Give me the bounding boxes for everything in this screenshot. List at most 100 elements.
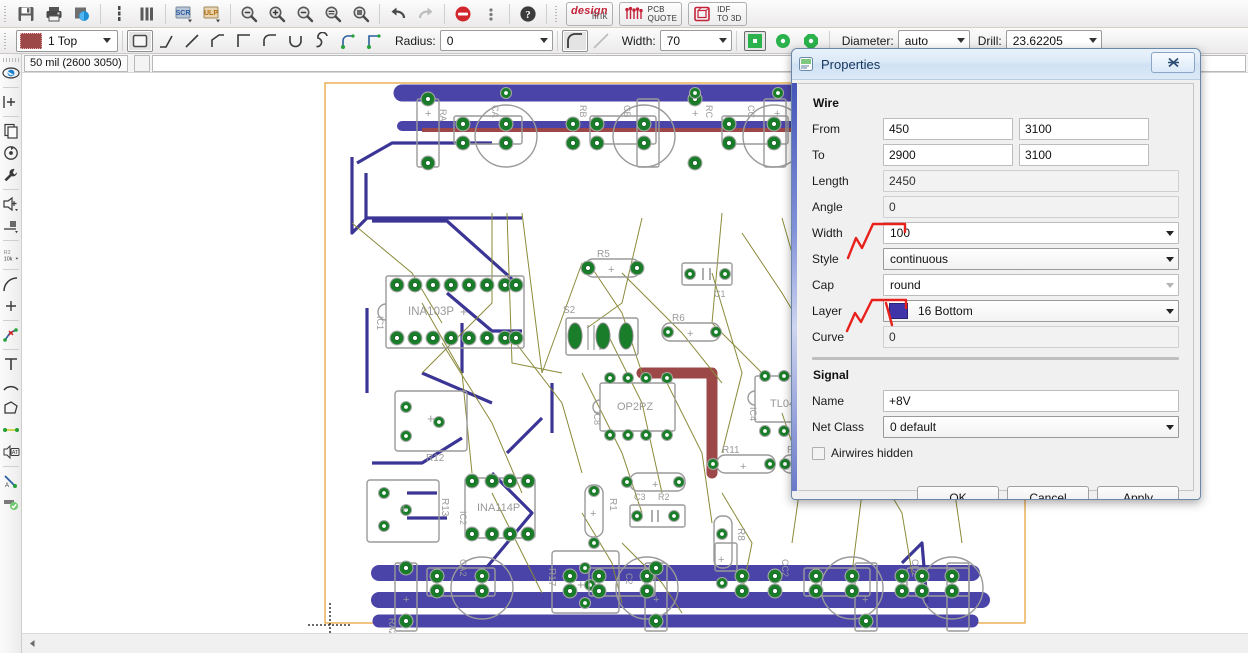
tools-palette: R2 10k AT A xyxy=(0,54,22,653)
dialog-title-bar[interactable]: Properties xyxy=(792,49,1200,80)
net-class-combo[interactable]: 0 default xyxy=(883,416,1179,438)
close-icon[interactable] xyxy=(1151,52,1195,73)
airwires-hidden-checkbox[interactable] xyxy=(812,446,825,460)
width-combo[interactable]: 100 xyxy=(883,222,1179,244)
text-icon[interactable] xyxy=(1,353,21,375)
pcb-quote-label-1: PCB xyxy=(647,4,665,14)
undo-icon[interactable] xyxy=(385,2,411,26)
via-icon[interactable] xyxy=(1,295,21,317)
svg-text:CA: CA xyxy=(490,105,500,118)
svg-text:OP2PZ: OP2PZ xyxy=(617,401,653,413)
from-label: From xyxy=(812,122,840,136)
zoom-out-icon[interactable] xyxy=(292,2,318,26)
copy-icon[interactable] xyxy=(1,120,21,142)
arc-icon[interactable] xyxy=(1,273,21,295)
bend-style-diag-corner[interactable] xyxy=(205,30,231,52)
pcb-quote-button[interactable]: PCB QUOTE xyxy=(618,1,683,26)
svg-text:C3: C3 xyxy=(634,492,646,502)
rotate-icon[interactable] xyxy=(1,142,21,164)
scroll-left-icon[interactable] xyxy=(24,635,40,652)
board-ic-label: INA103P xyxy=(408,306,454,318)
bend-style-u-arc[interactable] xyxy=(283,30,309,52)
svg-text:R1: R1 xyxy=(607,498,618,511)
zoom-fit-icon[interactable] xyxy=(236,2,262,26)
to-x-input[interactable]: 2900 xyxy=(883,144,1013,166)
bend-style-rect[interactable] xyxy=(127,29,153,52)
drc-check-icon[interactable] xyxy=(1,492,21,514)
route-icon[interactable] xyxy=(1,324,21,346)
layer-combo[interactable]: 16 Bottom xyxy=(883,300,1179,322)
ripup-icon[interactable]: A xyxy=(1,470,21,492)
partner-toolbar-grip[interactable] xyxy=(553,3,561,24)
signal-name-input[interactable]: +8V xyxy=(883,390,1179,412)
via-square-icon[interactable] xyxy=(743,30,766,51)
svg-text:S2: S2 xyxy=(563,305,576,316)
change-icon[interactable] xyxy=(1,164,21,186)
svg-text:CA2: CA2 xyxy=(458,559,468,577)
from-y-input[interactable]: 3100 xyxy=(1019,118,1149,140)
style-combo[interactable]: continuous xyxy=(883,248,1179,270)
zoom-redraw-icon[interactable] xyxy=(320,2,346,26)
cancel-button[interactable]: Cancel xyxy=(1007,486,1089,499)
stop-icon[interactable] xyxy=(450,2,476,26)
ulp-icon[interactable]: ULP xyxy=(199,2,225,26)
print-preview-icon[interactable] xyxy=(69,2,95,26)
polygon-icon[interactable] xyxy=(1,397,21,419)
width-input[interactable]: 70 xyxy=(659,30,732,51)
attribute-icon[interactable]: AT xyxy=(1,441,21,463)
drc-icon[interactable] xyxy=(134,2,160,26)
design-link-button[interactable]: design link xyxy=(566,1,613,26)
redo-icon[interactable] xyxy=(413,2,439,26)
more-icon[interactable] xyxy=(478,2,504,26)
bend-style-arc-corner[interactable] xyxy=(257,30,283,52)
miter-straight-button[interactable] xyxy=(588,30,614,52)
name-value-icon[interactable]: R2 10k xyxy=(1,244,21,266)
apply-button[interactable]: Apply xyxy=(1097,486,1179,499)
bend-style-square-corner[interactable] xyxy=(231,30,257,52)
script-icon[interactable]: SCR xyxy=(171,2,197,26)
width-chevron-down-icon xyxy=(1161,230,1178,236)
horizontal-scrollbar[interactable] xyxy=(22,633,1248,653)
svg-text:C2: C2 xyxy=(624,573,634,585)
drill-chevron-down-icon xyxy=(1088,38,1097,43)
options-toolbar-grip[interactable] xyxy=(2,30,10,51)
print-icon[interactable] xyxy=(41,2,67,26)
info-icon[interactable] xyxy=(1,62,21,84)
airwire-icon[interactable] xyxy=(1,419,21,441)
dialog-body: Wire From 450 3100 To 2900 3100 Length 2… xyxy=(798,83,1194,499)
replace-icon[interactable] xyxy=(1,215,21,237)
bend-style-free-a[interactable] xyxy=(335,30,361,52)
properties-dialog[interactable]: Properties Wire From 450 3100 To 2900 31… xyxy=(791,48,1201,500)
add-part-icon[interactable] xyxy=(1,193,21,215)
zoom-select-icon[interactable] xyxy=(348,2,374,26)
layer-row: Layer 16 Bottom xyxy=(812,300,1179,322)
curve-icon[interactable] xyxy=(1,375,21,397)
bend-style-free-b[interactable] xyxy=(361,30,387,52)
cam-processor-icon[interactable] xyxy=(106,2,132,26)
toolbar-grip[interactable] xyxy=(2,3,10,24)
svg-text:+: + xyxy=(653,594,659,606)
drill-value: 23.62205 xyxy=(1012,33,1063,48)
angle-row: Angle 0 xyxy=(812,196,1179,218)
to-y-input[interactable]: 3100 xyxy=(1019,144,1149,166)
cap-label: Cap xyxy=(812,278,835,292)
help-icon[interactable]: ? xyxy=(515,2,541,26)
display-icon[interactable] xyxy=(1,91,21,113)
via-round-icon[interactable] xyxy=(772,31,794,51)
airwires-hidden-row[interactable]: Airwires hidden xyxy=(812,446,1179,460)
zoom-in-icon[interactable] xyxy=(264,2,290,26)
svg-text:+: + xyxy=(774,108,780,120)
save-icon[interactable] xyxy=(13,2,39,26)
svg-text:CB: CB xyxy=(622,105,632,118)
svg-text:+: + xyxy=(652,479,658,491)
bend-style-diag-up[interactable] xyxy=(153,30,179,52)
miter-round-button[interactable] xyxy=(561,29,588,52)
bend-style-s-curve[interactable] xyxy=(309,30,335,52)
bend-style-diagonal[interactable] xyxy=(179,30,205,52)
layer-select[interactable]: 1 Top xyxy=(16,29,118,52)
from-x-input[interactable]: 450 xyxy=(883,118,1013,140)
idf-to-3d-button[interactable]: IDF TO 3D xyxy=(688,1,747,26)
svg-text:R5: R5 xyxy=(597,249,610,260)
ok-button[interactable]: OK xyxy=(917,486,999,499)
radius-input[interactable]: 0 xyxy=(439,30,553,51)
